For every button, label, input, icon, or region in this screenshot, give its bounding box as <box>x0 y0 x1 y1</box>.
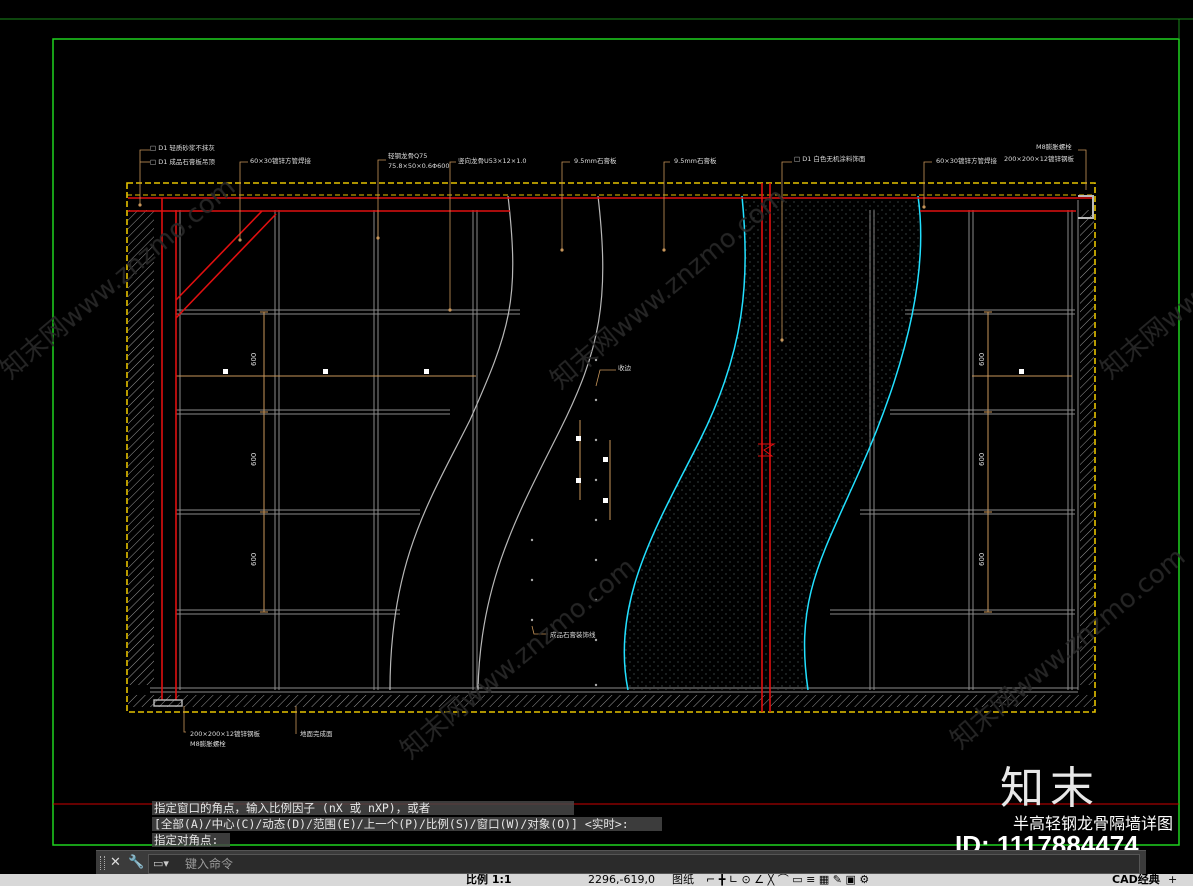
note-center: 收边 <box>618 363 632 372</box>
note-bottom-left-1: 200×200×12镀锌钢板 <box>190 729 260 738</box>
note-top-left-2: □ D1 成品石膏板吊顶 <box>150 157 215 166</box>
note-plate-top: 200×200×12镀锌钢板 <box>1004 154 1074 163</box>
dim-right-2: 600 <box>978 453 986 466</box>
command-history-line-3: 指定对角点: <box>152 833 230 847</box>
note-bottom-mid: 地面完成面 <box>300 729 333 738</box>
keel-grid <box>150 200 1079 693</box>
note-keel-1b: 75.8×50×0.6Φ600 <box>388 162 450 170</box>
dim-left-3: 600 <box>250 553 258 566</box>
command-history-line-2: [全部(A)/中心(C)/动态(D)/范围(E)/上一个(P)/比例(S)/窗口… <box>152 817 662 831</box>
note-board-1: 9.5mm石膏板 <box>574 156 617 165</box>
note-paint: □ D1 白色无机涂料饰面 <box>794 154 866 163</box>
watermark-diag-3: 知末网www.znzmo.com <box>395 552 641 765</box>
status-tool-icons[interactable]: ⌐ ╋ ∟ ⊙ ∠ ╳ ⌒ ▭ ≡ ▦ ✎ ▣ ⚙ <box>706 874 869 886</box>
dim-left-2: 600 <box>250 453 258 466</box>
dim-right-1: 600 <box>978 353 986 366</box>
note-tube-2: 60×30镀锌方管焊接 <box>936 156 997 165</box>
command-bar: ✕ 🔧 ▭▾ 键入命令 <box>96 850 1146 875</box>
note-bottom-left-2: M8膨胀螺栓 <box>190 739 226 748</box>
status-bar: 比例 1:1 2296,-619,0 图纸 ⌐ ╋ ∟ ⊙ ∠ ╳ ⌒ ▭ ≡ … <box>0 874 1193 886</box>
command-placeholder: 键入命令 <box>185 857 234 871</box>
wrench-icon[interactable]: 🔧 <box>128 854 144 872</box>
note-top-left-1: □ D1 轻质砂浆不抹灰 <box>150 143 215 152</box>
watermark-logo: 知末 <box>1000 763 1100 814</box>
leader-lines <box>139 149 1087 734</box>
command-history-line-1: 指定窗口的角点，输入比例因子 (nX 或 nXP)，或者 <box>152 801 574 815</box>
note-keel-1: 轻钢龙骨Q75 <box>388 151 427 160</box>
paper-space-toggle[interactable]: 图纸 <box>672 874 694 886</box>
dim-right-3: 600 <box>978 553 986 566</box>
dimension-markers <box>223 369 1024 503</box>
gypsum-board-left-wave <box>389 195 514 691</box>
floor-hatch <box>128 695 1094 707</box>
close-icon[interactable]: ✕ <box>110 854 121 872</box>
command-input[interactable]: ▭▾ 键入命令 <box>148 854 1140 874</box>
watermark-diag-1: 知末网www.znzmo.com <box>0 172 241 385</box>
scale-indicator[interactable]: 比例 1:1 <box>466 874 512 886</box>
note-tube-1: 60×30镀锌方管焊接 <box>250 156 311 165</box>
dim-left-1: 600 <box>250 353 258 366</box>
workspace-switcher[interactable]: CAD经典 <box>1112 874 1160 886</box>
plus-icon[interactable]: + <box>1168 874 1177 886</box>
coordinate-readout: 2296,-619,0 <box>588 874 655 886</box>
note-bolt-top: M8膨胀螺栓 <box>1036 142 1072 151</box>
drag-grip-icon[interactable] <box>100 856 105 870</box>
detail-boundary <box>126 182 1096 713</box>
note-board-2: 9.5mm石膏板 <box>674 156 717 165</box>
command-prompt-icon[interactable]: ▭▾ <box>153 855 169 873</box>
note-keel-2: 竖向龙骨U53×12×1.0 <box>458 156 527 165</box>
